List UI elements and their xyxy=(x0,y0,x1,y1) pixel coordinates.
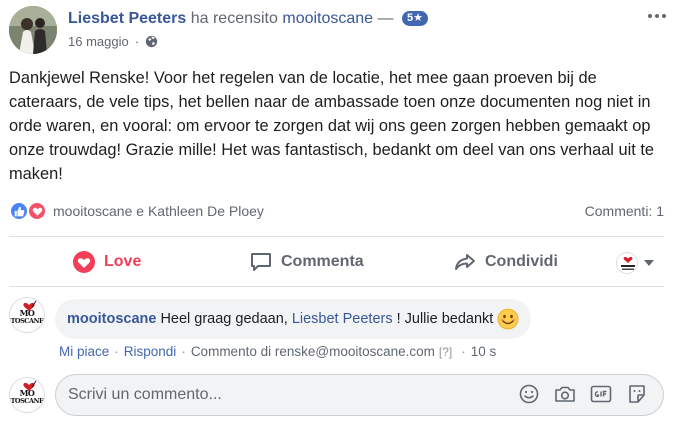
meta-separator: · xyxy=(461,344,466,359)
camera-icon[interactable] xyxy=(554,383,576,405)
love-button[interactable]: Love xyxy=(72,248,141,276)
comment-text: Heel graag gedaan, xyxy=(160,311,288,327)
reaction-icons[interactable] xyxy=(9,201,49,221)
rating-badge: 5★ xyxy=(401,11,428,26)
reactors-text[interactable]: mooitoscane e Kathleen De Ploey xyxy=(53,203,264,219)
reactions-summary: mooitoscane e Kathleen De Ploey Commenti… xyxy=(9,199,664,223)
author-avatar[interactable] xyxy=(9,6,57,54)
comment-icon xyxy=(251,253,271,271)
composer-tools xyxy=(518,383,648,405)
help-link[interactable]: [?] xyxy=(439,345,452,359)
comment-label: Commenta xyxy=(281,253,364,270)
comment-button[interactable]: Commenta xyxy=(249,248,364,276)
review-verb: ha recensito xyxy=(190,10,278,27)
love-icon xyxy=(27,201,47,221)
post-actions: Love Commenta Condividi xyxy=(9,240,664,284)
meta-separator: · xyxy=(114,344,119,359)
emoji-icon[interactable] xyxy=(518,383,540,405)
post-header: Liesbet Peeters ha recensito mooitoscane… xyxy=(9,6,669,56)
mention-link[interactable]: Liesbet Peeters xyxy=(292,311,393,327)
share-icon xyxy=(455,254,475,270)
comment-text-end: ! Jullie bedankt xyxy=(396,311,494,327)
divider xyxy=(9,236,664,237)
commenter-avatar[interactable]: MO TOSCANE xyxy=(9,297,45,333)
meta-separator: · xyxy=(181,344,186,359)
love-icon xyxy=(73,251,95,273)
gif-icon[interactable] xyxy=(590,383,612,405)
header-dash: — xyxy=(377,10,394,27)
page-identity-selector[interactable] xyxy=(616,252,654,274)
post-body-text: Dankjewel Renske! Voor het regelen van d… xyxy=(9,69,655,183)
comment-composer: MO TOSCANE xyxy=(9,374,664,416)
share-button[interactable]: Condividi xyxy=(453,248,558,276)
page-logo-mini xyxy=(616,252,638,274)
like-icon xyxy=(9,201,29,221)
author-line: Liesbet Peeters ha recensito mooitoscane… xyxy=(68,9,428,29)
meta-separator: · xyxy=(134,34,140,49)
caret-down-icon xyxy=(644,260,654,266)
comment-attribution: Commento di renske@mooitoscane.com xyxy=(190,344,435,359)
globe-icon[interactable] xyxy=(145,35,158,48)
comments-count[interactable]: Commenti: 1 xyxy=(585,203,664,219)
comment: MO TOSCANE mooitoscane Heel graag gedaan… xyxy=(9,297,664,341)
love-label: Love xyxy=(104,253,142,270)
composer-avatar: MO TOSCANE xyxy=(9,377,45,413)
comment-meta: Mi piace · Rispondi · Commento di renske@moo… xyxy=(59,344,496,359)
post-date[interactable]: 16 maggio xyxy=(68,34,129,49)
page-name-link[interactable]: mooitoscane xyxy=(282,10,373,27)
logo-text-line2: TOSCANE xyxy=(10,397,44,405)
post-meta: 16 maggio · xyxy=(68,34,158,49)
comment-reply-link[interactable]: Rispondi xyxy=(124,344,177,359)
share-label: Condividi xyxy=(485,253,558,270)
divider xyxy=(9,286,664,287)
sticker-icon[interactable] xyxy=(626,383,648,405)
more-options-icon[interactable] xyxy=(645,8,669,24)
author-name-link[interactable]: Liesbet Peeters xyxy=(68,10,186,27)
comment-like-link[interactable]: Mi piace xyxy=(59,344,109,359)
commenter-name-link[interactable]: mooitoscane xyxy=(67,311,156,327)
comment-bubble: mooitoscane Heel graag gedaan, Liesbet P… xyxy=(55,299,532,339)
logo-text-line2: TOSCANE xyxy=(10,317,44,325)
comment-timestamp[interactable]: 10 s xyxy=(471,344,497,359)
smiley-icon xyxy=(497,308,519,330)
